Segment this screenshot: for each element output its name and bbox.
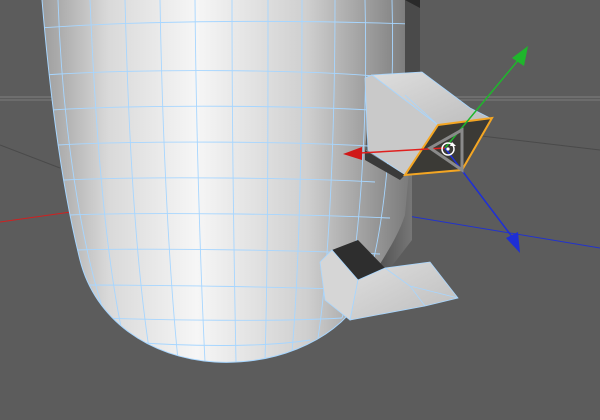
upper-extrusion[interactable] [364,71,494,180]
polygon-mesh[interactable] [40,0,494,363]
viewport-scene[interactable] [0,0,600,420]
z-axis[interactable] [444,147,520,253]
3d-viewport[interactable] [0,0,600,420]
